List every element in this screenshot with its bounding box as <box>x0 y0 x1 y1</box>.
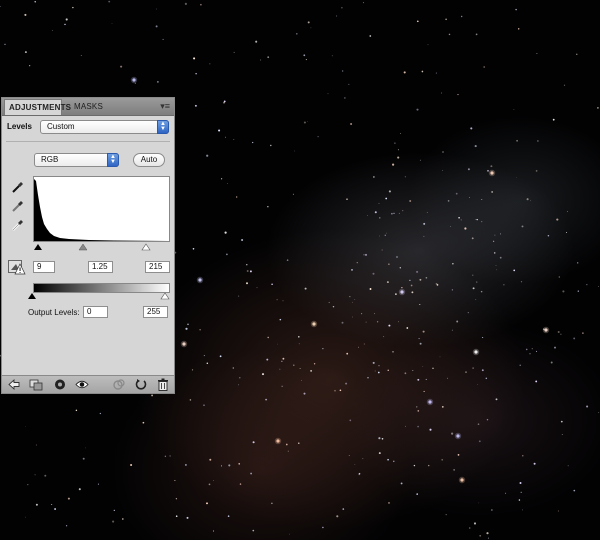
black-output-slider[interactable] <box>28 293 36 299</box>
histogram-graph <box>34 179 169 241</box>
select-arrows-icon: ▲ ▼ <box>107 153 119 167</box>
input-black-field[interactable]: 9 <box>33 261 55 273</box>
reset-icon[interactable] <box>134 378 148 391</box>
white-output-slider[interactable] <box>160 293 170 300</box>
output-black-field[interactable]: 0 <box>83 306 108 318</box>
input-level-sliders[interactable] <box>33 243 170 252</box>
back-arrow-icon[interactable] <box>7 378 21 391</box>
layer-visibility-toggle-icon[interactable] <box>53 378 67 391</box>
panel-tab-bar: ADJUSTMENTS MASKS ▾≡ <box>2 98 174 116</box>
white-input-slider[interactable] <box>141 243 151 251</box>
previous-state-icon[interactable] <box>112 378 126 391</box>
channel-select[interactable]: RGB ▲ ▼ <box>34 153 119 167</box>
gray-point-eyedropper-icon[interactable] <box>11 199 25 213</box>
panel-menu-icon[interactable]: ▾≡ <box>160 100 170 112</box>
input-gamma-field[interactable]: 1.25 <box>88 261 113 273</box>
auto-button[interactable]: Auto <box>133 153 165 167</box>
histogram <box>33 176 170 242</box>
tab-masks[interactable]: MASKS <box>70 99 107 115</box>
output-levels-label: Output Levels: <box>28 308 80 317</box>
adjustments-panel: ADJUSTMENTS MASKS ▾≡ Levels Custom ▲ ▼ RG… <box>1 97 175 394</box>
gray-input-slider[interactable] <box>78 243 88 251</box>
black-input-slider[interactable] <box>34 244 42 250</box>
clip-to-layer-icon[interactable] <box>29 378 43 391</box>
input-white-field[interactable]: 215 <box>145 261 170 273</box>
black-point-eyedropper-icon[interactable] <box>11 180 25 194</box>
divider <box>6 141 170 142</box>
white-point-eyedropper-icon[interactable] <box>11 218 25 232</box>
trash-icon[interactable] <box>156 378 170 391</box>
select-arrows-icon: ▲ ▼ <box>157 120 169 134</box>
levels-label: Levels <box>7 122 32 131</box>
channel-select-value: RGB <box>41 155 59 164</box>
tab-adjustments[interactable]: ADJUSTMENTS <box>4 99 71 115</box>
output-level-sliders[interactable] <box>27 293 172 301</box>
preset-select[interactable]: Custom ▲ ▼ <box>40 120 169 134</box>
output-gradient-bar <box>33 283 170 293</box>
preset-select-value: Custom <box>47 122 75 131</box>
panel-bottom-toolbar <box>2 375 174 393</box>
clipping-warning-icon[interactable] <box>8 260 26 275</box>
eye-icon[interactable] <box>75 378 89 391</box>
output-white-field[interactable]: 255 <box>143 306 168 318</box>
